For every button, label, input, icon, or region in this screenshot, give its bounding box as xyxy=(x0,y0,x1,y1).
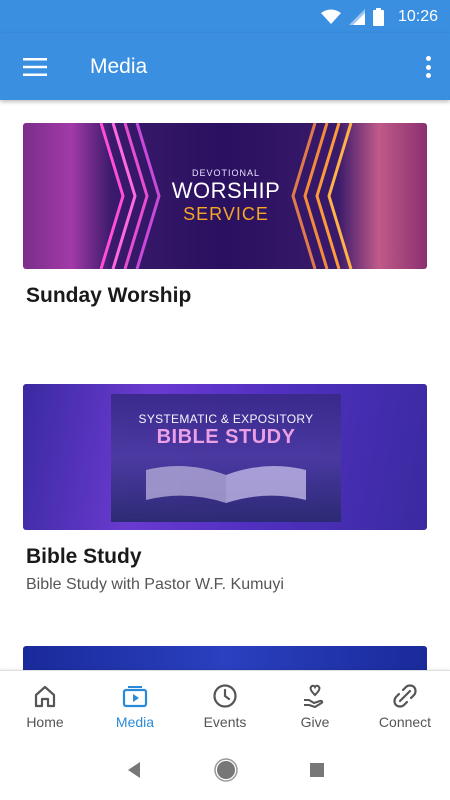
wifi-icon xyxy=(320,9,341,24)
battery-icon xyxy=(372,7,384,26)
media-list[interactable]: DEVOTIONAL WORSHIP SERVICE Sunday Worshi… xyxy=(0,100,450,670)
app-bar: Media xyxy=(0,33,450,100)
page-title: Media xyxy=(90,54,148,78)
image-text-systematic: SYSTEMATIC & EXPOSITORY xyxy=(138,411,314,426)
home-icon xyxy=(34,685,56,707)
status-bar: 10:26 xyxy=(0,0,450,33)
nav-home[interactable]: Home xyxy=(0,671,90,740)
nav-connect[interactable]: Connect xyxy=(360,671,450,740)
nav-give[interactable]: Give xyxy=(270,671,360,740)
more-vert-icon xyxy=(425,56,431,61)
hamburger-icon xyxy=(23,57,47,76)
card-title[interactable]: Bible Study xyxy=(26,545,142,569)
recents-icon[interactable] xyxy=(309,762,325,778)
cellular-signal-icon xyxy=(348,8,365,25)
sunday-worship-thumbnail[interactable]: DEVOTIONAL WORSHIP SERVICE xyxy=(23,123,427,269)
connect-icon xyxy=(393,683,417,708)
nav-give-label: Give xyxy=(300,713,330,730)
home-circle-icon[interactable] xyxy=(214,758,238,782)
nav-home-label: Home xyxy=(26,713,64,730)
hamburger-menu-button[interactable] xyxy=(0,33,70,100)
give-icon xyxy=(304,684,324,708)
system-navigation-bar xyxy=(0,740,450,800)
image-text-devotional: DEVOTIONAL xyxy=(191,167,260,178)
nav-events-label: Events xyxy=(203,713,247,730)
nav-media-label: Media xyxy=(115,713,155,730)
image-text-service: SERVICE xyxy=(183,203,269,224)
image-text-bible-study: BIBLE STUDY xyxy=(156,425,296,448)
bible-study-title-block: SYSTEMATIC & EXPOSITORY BIBLE STUDY xyxy=(111,394,341,522)
nav-events[interactable]: Events xyxy=(180,671,270,740)
media-thumbnail-partial[interactable] xyxy=(23,646,427,670)
bottom-navigation: Home Media Events Give Connect xyxy=(0,670,450,740)
nav-connect-label: Connect xyxy=(378,713,432,730)
back-icon[interactable] xyxy=(125,761,143,779)
bible-study-thumbnail[interactable]: SYSTEMATIC & EXPOSITORY BIBLE STUDY xyxy=(23,384,427,530)
open-book-illustration xyxy=(146,465,306,503)
media-icon xyxy=(122,685,148,707)
overflow-menu-button[interactable] xyxy=(420,53,436,81)
worship-title-block: DEVOTIONAL WORSHIP SERVICE xyxy=(153,123,299,269)
card-title[interactable]: Sunday Worship xyxy=(26,284,191,308)
image-text-worship: WORSHIP xyxy=(171,177,281,203)
nav-media[interactable]: Media xyxy=(90,671,180,740)
clock-time: 10:26 xyxy=(397,7,438,25)
clock-icon xyxy=(213,683,237,708)
card-subtitle: Bible Study with Pastor W.F. Kumuyi xyxy=(26,576,284,593)
